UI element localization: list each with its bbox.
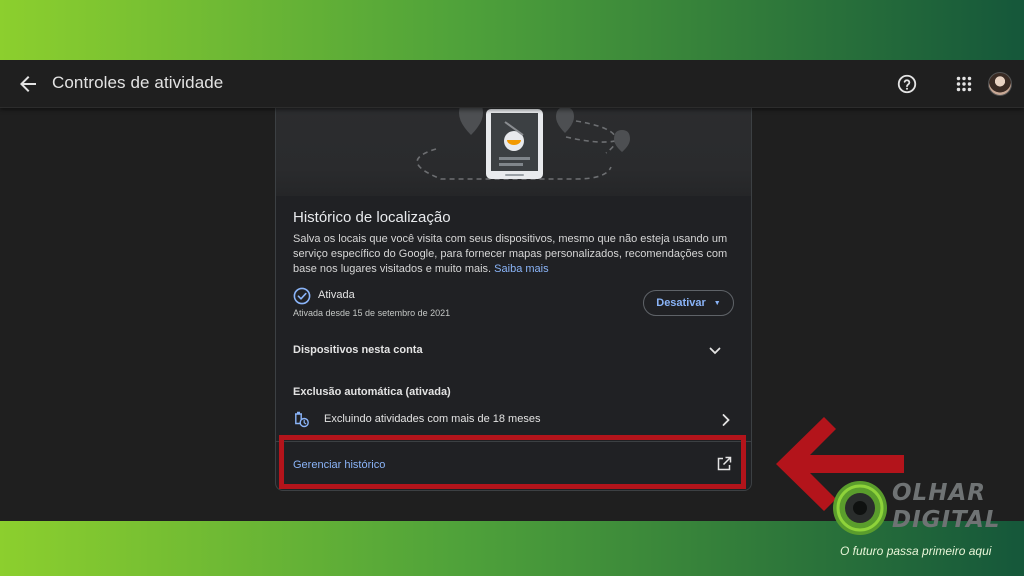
- olhar-digital-logo: OLHAR DIGITAL: [832, 478, 1017, 538]
- auto-delete-label: Excluindo atividades com mais de 18 mese…: [324, 413, 541, 425]
- help-circle-icon[interactable]: [896, 73, 918, 95]
- learn-more-link[interactable]: Saiba mais: [494, 263, 548, 275]
- eye-logo-icon: [833, 481, 887, 535]
- brand-slogan: O futuro passa primeiro aqui: [840, 544, 992, 558]
- apps-grid-icon[interactable]: [953, 73, 975, 95]
- green-banner-top: [0, 0, 1024, 60]
- arrow-back-icon[interactable]: [16, 72, 40, 96]
- deactivate-button-label: Desativar: [656, 297, 706, 309]
- brand-line-2: DIGITAL: [892, 507, 1001, 533]
- app-bar: Controles de atividade: [0, 60, 1024, 108]
- devices-expander[interactable]: Dispositivos nesta conta: [276, 335, 751, 365]
- deactivate-button[interactable]: Desativar ▼: [643, 290, 734, 316]
- devices-label: Dispositivos nesta conta: [293, 344, 423, 356]
- account-avatar[interactable]: [988, 72, 1012, 96]
- page-title: Controles de atividade: [52, 73, 224, 92]
- location-history-card: Histórico de localização Salva os locais…: [275, 60, 752, 491]
- card-title: Histórico de localização: [293, 209, 451, 226]
- auto-delete-item[interactable]: Excluindo atividades com mais de 18 mese…: [276, 406, 751, 434]
- highlight-annotation-box: [279, 435, 746, 489]
- card-description: Salva os locais que você visita com seus…: [293, 232, 738, 277]
- check-circle-icon: [293, 287, 311, 305]
- caret-down-icon: ▼: [713, 299, 721, 307]
- auto-delete-title: Exclusão automática (ativada): [293, 386, 451, 398]
- chevron-down-icon: [709, 347, 721, 355]
- status-label: Ativada: [318, 289, 355, 301]
- status-since-date: Ativada desde 15 de setembro de 2021: [293, 308, 451, 318]
- chevron-right-icon: [722, 414, 730, 426]
- auto-delete-icon: [295, 411, 309, 428]
- brand-line-1: OLHAR: [892, 480, 986, 506]
